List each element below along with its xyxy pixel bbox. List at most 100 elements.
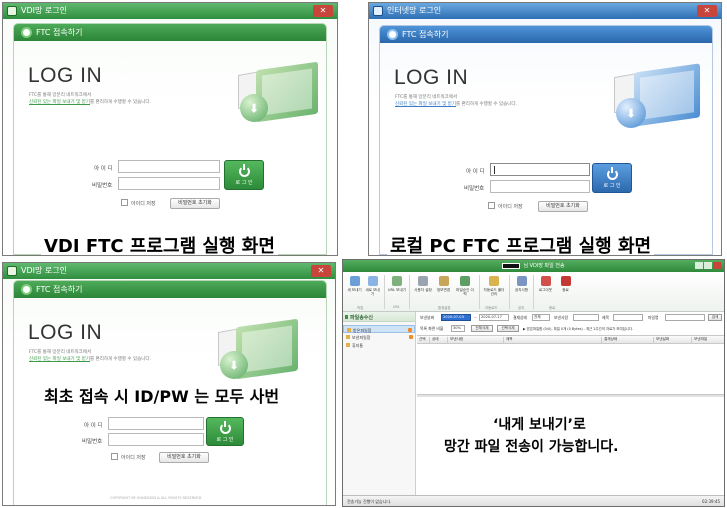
status-text: 전송가능 진행이 없습니다. xyxy=(347,499,392,504)
column-header[interactable]: 선택 xyxy=(417,337,426,344)
sender-input[interactable] xyxy=(573,314,599,321)
id-label: 아 이 디 xyxy=(466,169,485,175)
new-badge-icon xyxy=(408,328,412,332)
password-input[interactable] xyxy=(118,177,220,190)
search-button[interactable]: 검색 xyxy=(708,314,722,321)
sidebar-item-trash[interactable]: 휴지통 xyxy=(343,341,415,349)
app-icon xyxy=(7,266,17,276)
globe-download-icon: ⬇ xyxy=(240,94,268,122)
exit-icon xyxy=(560,276,571,286)
new-badge-icon xyxy=(409,335,413,339)
notice-button[interactable]: 공지사항 xyxy=(513,276,530,292)
panel-title: FTC 접속하기 xyxy=(36,28,83,37)
login-button[interactable]: 로 그 인 xyxy=(592,163,632,193)
sidebar-item-sent[interactable]: 보낸파일함 xyxy=(343,333,415,341)
change-info-button[interactable]: 정보변경 xyxy=(435,276,452,292)
vdi-titlebar: VDI망 로그인 ✕ xyxy=(3,3,337,19)
password-input[interactable] xyxy=(108,433,204,446)
ft-caption-line1: ‘내게 보내기’로 xyxy=(493,414,586,434)
globe-download-icon: ⬇ xyxy=(616,98,646,128)
close-icon[interactable] xyxy=(712,262,721,269)
auto-load-folder-button[interactable]: 자동로드 폴더 관리 xyxy=(483,276,505,296)
first-login-window: VDI망 로그인 ✕ FTC 접속하기 LOG IN FTC를 통해 망분리 네… xyxy=(2,262,336,506)
status-filter-select[interactable]: 전체 xyxy=(532,314,550,321)
id-input[interactable] xyxy=(108,417,204,430)
send-new-button[interactable]: 새 보내기 xyxy=(346,276,363,292)
save-id-label: 아이디 저장 xyxy=(121,455,146,461)
group-label-autoload: 자동로드 xyxy=(485,306,498,310)
description-link[interactable]: 신뢰된 있는 파일 보내기 및 받기 xyxy=(395,102,456,107)
save-id-checkbox[interactable] xyxy=(111,453,118,460)
description-link[interactable]: 신뢰된 있는 파일 보내기 및 받기 xyxy=(29,357,90,362)
column-header[interactable]: 보낸사람 xyxy=(447,337,463,344)
save-id-checkbox[interactable] xyxy=(488,202,495,209)
reset-password-button[interactable]: 비밀번호 초기화 xyxy=(170,198,220,209)
sidebar: 파일송수신 받은파일함 보낸파일함 휴지통 xyxy=(343,312,416,497)
reset-password-button[interactable]: 비밀번호 초기화 xyxy=(538,201,588,212)
window-title: VDI망 로그인 xyxy=(21,266,67,275)
text-caret xyxy=(494,166,495,174)
column-header[interactable]: 보낸날짜 xyxy=(653,337,669,344)
ribbon-toolbar: 새 보내기 새로 보내기 URL 보내기 사용자 설정 정보변경 파일승인 이력… xyxy=(343,272,724,312)
app-icon xyxy=(373,6,383,16)
panel-header: FTC 접속하기 xyxy=(380,26,712,43)
power-icon xyxy=(219,421,231,434)
ftc-icon xyxy=(387,29,398,40)
login-heading: LOG IN xyxy=(394,66,469,89)
resend-icon xyxy=(367,276,378,286)
reset-password-button[interactable]: 비밀번호 초기화 xyxy=(159,452,209,463)
delete-all-button[interactable]: 전체삭제 xyxy=(471,325,493,332)
display-ratio-select[interactable]: 30% xyxy=(451,325,465,332)
power-icon xyxy=(606,167,618,180)
first-titlebar: VDI망 로그인 ✕ xyxy=(3,263,335,279)
network-illustration: ⬇ xyxy=(612,60,708,144)
close-icon[interactable]: ✕ xyxy=(313,5,333,17)
pane-splitter[interactable] xyxy=(417,394,724,397)
url-send-button[interactable]: URL 보내기 xyxy=(387,276,407,292)
password-label: 비밀번호 xyxy=(82,439,103,445)
network-illustration: ⬇ xyxy=(236,58,326,140)
column-header[interactable]: 보낸파일 xyxy=(691,337,707,344)
date-separator: ~ xyxy=(474,315,478,320)
description-link[interactable]: 신뢰된 있는 파일 보내기 및 받기 xyxy=(29,100,90,105)
id-input[interactable] xyxy=(490,163,590,176)
column-header[interactable]: 상태 xyxy=(429,337,439,344)
login-heading: LOG IN xyxy=(28,64,103,87)
save-id-label: 아이디 저장 xyxy=(131,201,156,207)
approval-history-button[interactable]: 파일승인 이력 xyxy=(455,276,475,296)
subject-input[interactable] xyxy=(613,314,643,321)
local-caption: 로컬 PC FTC 프로그램 실행 화면 xyxy=(387,232,655,255)
user-icon xyxy=(418,276,428,286)
local-login-window: 인터넷망 로그인 ✕ FTC 접속하기 LOG IN FTC를 통해 망분리 네… xyxy=(368,2,722,256)
group-label-notice: 공지 xyxy=(518,306,525,310)
date-from-input[interactable]: 2020-07-03 xyxy=(441,314,471,321)
minimize-icon[interactable] xyxy=(694,262,703,269)
status-time: 02:39:45 xyxy=(702,499,720,504)
login-button[interactable]: 로 그 인 xyxy=(206,417,244,446)
close-icon[interactable]: ✕ xyxy=(311,265,331,277)
sidebar-item-inbox[interactable]: 받은파일함 xyxy=(343,325,415,333)
date-to-input[interactable]: 2020-07-17 xyxy=(479,314,509,321)
login-button[interactable]: 로 그 인 xyxy=(224,160,264,190)
password-input[interactable] xyxy=(490,180,590,193)
column-header[interactable]: 제목 xyxy=(503,337,513,344)
power-icon xyxy=(238,164,250,177)
group-label-url: URL xyxy=(393,305,400,309)
id-input[interactable] xyxy=(118,160,220,173)
user-settings-button[interactable]: 사용자 설정 xyxy=(413,276,433,292)
globe-download-icon: ⬇ xyxy=(220,351,248,379)
save-id-label: 아이디 저장 xyxy=(498,204,523,210)
resend-button[interactable]: 새로 보내기 xyxy=(364,276,381,296)
logout-button[interactable]: 로그아웃 xyxy=(537,276,554,292)
column-header[interactable]: 결재상태 xyxy=(601,337,617,344)
filename-input[interactable] xyxy=(665,314,705,321)
close-icon[interactable]: ✕ xyxy=(697,5,717,17)
ft-titlebar: 님 VDI망 파일 전송 xyxy=(343,260,724,272)
window-controls xyxy=(693,262,721,270)
ft-caption-line2: 망간 파일 전송이 가능합니다. xyxy=(444,436,619,456)
delete-selected-button[interactable]: 선택삭제 xyxy=(497,325,519,332)
exit-button[interactable]: 종료 xyxy=(557,276,574,292)
maximize-icon[interactable] xyxy=(703,262,712,269)
app-icon xyxy=(7,6,17,16)
save-id-checkbox[interactable] xyxy=(121,199,128,206)
